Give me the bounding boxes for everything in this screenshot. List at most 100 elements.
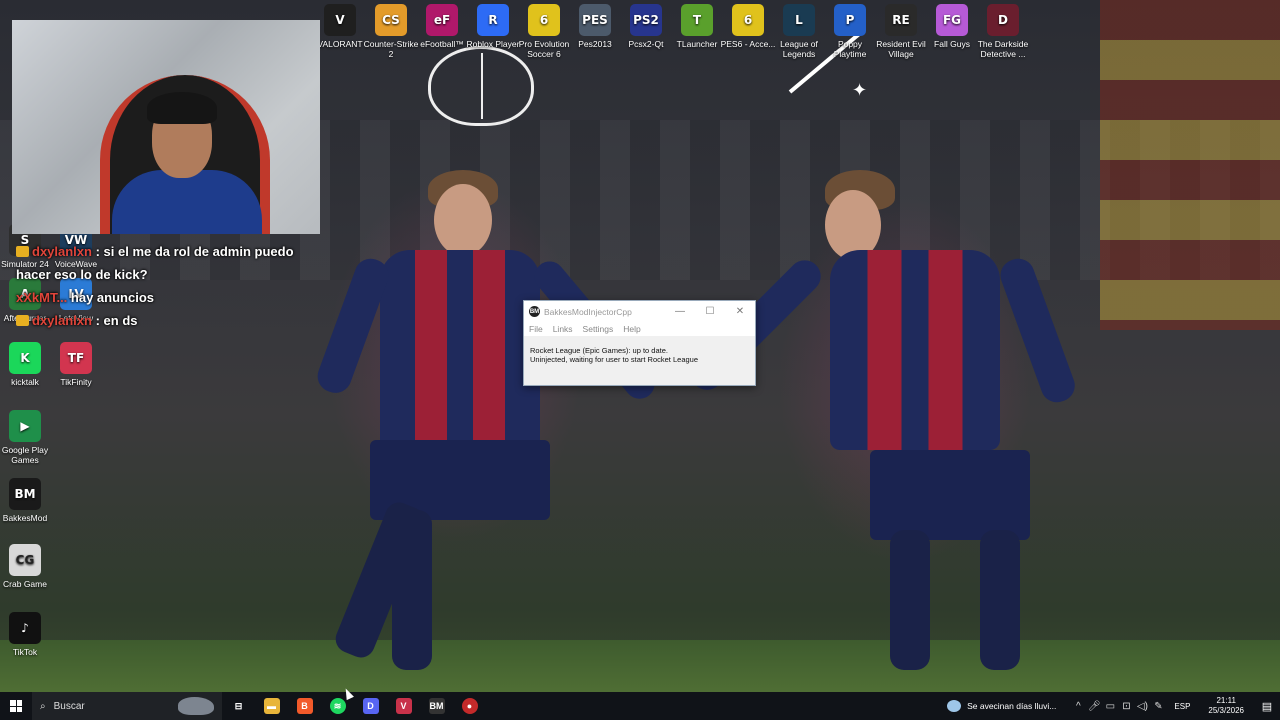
- desktop-shortcut[interactable]: 6 PES6 - Acce...: [720, 4, 776, 49]
- network-icon[interactable]: ⊡: [1118, 701, 1134, 712]
- player-left: [300, 170, 661, 670]
- desktop-shortcut-label: Counter-Strike 2: [363, 39, 419, 59]
- language-indicator[interactable]: ESP: [1166, 702, 1198, 711]
- desktop-shortcut-label: TLauncher: [676, 39, 718, 49]
- chevron-up-icon[interactable]: ^: [1070, 701, 1086, 712]
- stream-chat-overlay: dxylanlxn : si el me da rol de admin pue…: [16, 240, 316, 332]
- desktop-shortcut[interactable]: V VALORANT: [312, 4, 368, 49]
- taskbar-app-brave[interactable]: B: [288, 692, 321, 720]
- chat-username: xXkMT...: [16, 290, 68, 305]
- streamer-body: [112, 170, 262, 234]
- tiktok-icon: ♪: [9, 612, 41, 644]
- window-menubar: File Links Settings Help: [524, 322, 755, 336]
- poppy-playtime-icon: P: [834, 4, 866, 36]
- webcam-overlay: [12, 20, 320, 234]
- bakkesmod-icon: BM: [9, 478, 41, 510]
- desktop-shortcut-label: Pro Evolution Soccer 6: [518, 39, 570, 59]
- menu-file[interactable]: File: [529, 324, 543, 334]
- obs-icon: ●: [461, 698, 478, 714]
- taskbar-search[interactable]: ⌕ Buscar: [32, 692, 222, 720]
- pes6-access-icon: 6: [732, 4, 764, 36]
- desktop-shortcut[interactable]: PES Pes2013: [567, 4, 623, 49]
- menu-help[interactable]: Help: [623, 324, 640, 334]
- desktop-shortcut-label: TikTok: [12, 647, 38, 657]
- roblox-icon: R: [477, 4, 509, 36]
- chat-message: dxylanlxn : si el me da rol de admin pue…: [16, 240, 316, 286]
- desktop-shortcut-label: PES6 - Acce...: [720, 39, 776, 49]
- tikfinity-icon: TF: [60, 342, 92, 374]
- desktop-shortcut-label: Pes2013: [578, 39, 612, 49]
- desktop-shortcut[interactable]: P Poppy Playtime: [822, 4, 878, 59]
- maximize-button[interactable]: ☐: [695, 301, 725, 322]
- minimize-button[interactable]: —: [665, 301, 695, 322]
- desktop-shortcut[interactable]: R Roblox Player: [465, 4, 521, 49]
- chat-text: hay anuncios: [70, 290, 154, 305]
- fall-guys-icon: FG: [936, 4, 968, 36]
- desktop-shortcut-label: TikFinity: [60, 377, 92, 387]
- menu-links[interactable]: Links: [553, 324, 573, 334]
- desktop-shortcut[interactable]: L League of Legends: [771, 4, 827, 59]
- notification-center-icon[interactable]: ▤: [1254, 700, 1280, 713]
- brave-icon: B: [296, 698, 313, 714]
- desktop-shortcut[interactable]: D The Darkside Detective ...: [975, 4, 1031, 59]
- player-right: [684, 170, 1080, 670]
- system-tray: Se avecinan días lluvi... ^ 🎤︎ ▭ ⊡ ◁) ✎ …: [947, 692, 1280, 720]
- battery-icon[interactable]: ▭: [1102, 701, 1118, 712]
- desktop-shortcut[interactable]: ▶ Google Play Games: [0, 410, 56, 465]
- discord-icon: D: [362, 698, 379, 714]
- desktop-shortcut[interactable]: PS2 Pcsx2-Qt: [618, 4, 674, 49]
- desktop-shortcut-label: Roblox Player: [466, 39, 520, 49]
- bakkesmod-icon: BM: [428, 698, 445, 714]
- desktop-shortcut-label: The Darkside Detective ...: [977, 39, 1029, 59]
- menu-settings[interactable]: Settings: [583, 324, 614, 334]
- chat-text: : en ds: [95, 313, 138, 328]
- spotify-icon: ≋: [329, 698, 346, 714]
- close-button[interactable]: ✕: [725, 301, 755, 322]
- desktop-shortcut[interactable]: ♪ TikTok: [0, 612, 56, 657]
- taskbar-app-voicemod[interactable]: V: [387, 692, 420, 720]
- crown-badge-icon: [16, 246, 29, 257]
- desktop-shortcut[interactable]: CS Counter-Strike 2: [363, 4, 419, 59]
- voicemod-icon: V: [395, 698, 412, 714]
- clock[interactable]: 21:11 25/3/2026: [1198, 696, 1254, 716]
- microphone-icon[interactable]: 🎤︎: [1086, 701, 1102, 712]
- search-highlight-image: [178, 697, 214, 715]
- taskbar-app-file-explorer[interactable]: ▬: [255, 692, 288, 720]
- bakkesmod-injector-window[interactable]: BM BakkesModInjectorCpp — ☐ ✕ File Links…: [523, 300, 756, 386]
- desktop-shortcut[interactable]: 6 Pro Evolution Soccer 6: [516, 4, 572, 59]
- taskbar-app-obs[interactable]: ●: [453, 692, 486, 720]
- desktop-shortcut[interactable]: RE Resident Evil Village: [873, 4, 929, 59]
- league-of-legends-icon: L: [783, 4, 815, 36]
- valorant-icon: V: [324, 4, 356, 36]
- desktop-shortcut[interactable]: CG Crab Game: [0, 544, 56, 589]
- stadium-flag: [1100, 0, 1280, 330]
- google-play-games-icon: ▶: [9, 410, 41, 442]
- desktop-shortcut[interactable]: FG Fall Guys: [924, 4, 980, 49]
- clock-date: 25/3/2026: [1208, 706, 1244, 715]
- chat-username: dxylanlxn: [32, 244, 92, 259]
- volume-icon[interactable]: ◁): [1134, 701, 1150, 712]
- kicktalk-icon: K: [9, 342, 41, 374]
- pen-icon[interactable]: ✎: [1150, 701, 1166, 712]
- desktop-shortcut[interactable]: T TLauncher: [669, 4, 725, 49]
- efootball-icon: eF: [426, 4, 458, 36]
- star-sticker: ✦: [852, 80, 868, 100]
- search-icon: ⌕: [40, 700, 46, 712]
- taskbar-app-discord[interactable]: D: [354, 692, 387, 720]
- status-line-injection: Uninjected, waiting for user to start Ro…: [530, 355, 699, 364]
- desktop-shortcut[interactable]: TF TikFinity: [45, 342, 107, 387]
- windows-logo-icon: [10, 700, 22, 712]
- desktop-shortcut-label: VALORANT: [317, 39, 363, 49]
- desktop-shortcut-label: BakkesMod: [2, 513, 48, 523]
- start-button[interactable]: [0, 692, 32, 720]
- task-view-icon: ⊟: [234, 700, 243, 711]
- pitch-grass: [0, 640, 1280, 692]
- desktop-shortcut-label: Google Play Games: [1, 445, 49, 465]
- weather-widget[interactable]: Se avecinan días lluvi...: [947, 700, 1070, 712]
- taskbar-app-task-view[interactable]: ⊟: [222, 692, 255, 720]
- taskbar-app-bakkesmod[interactable]: BM: [420, 692, 453, 720]
- desktop-shortcut[interactable]: eF eFootball™: [414, 4, 470, 49]
- desktop-shortcut[interactable]: BM BakkesMod: [0, 478, 56, 523]
- window-titlebar[interactable]: BM BakkesModInjectorCpp — ☐ ✕: [524, 301, 755, 322]
- desktop-shortcut-label: Poppy Playtime: [833, 39, 867, 59]
